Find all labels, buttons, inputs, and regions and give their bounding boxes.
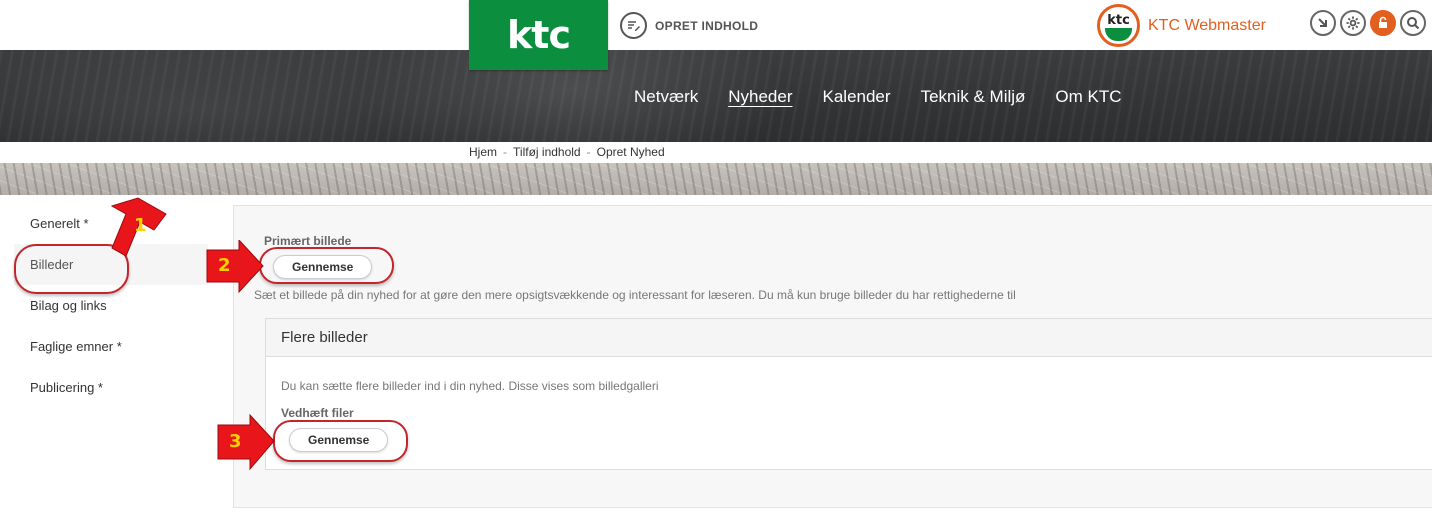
- nav-item-om-ktc[interactable]: Om KTC: [1055, 87, 1121, 107]
- main-nav: Netværk Nyheder Kalender Teknik & Miljø …: [634, 87, 1122, 107]
- breadcrumb-separator: -: [503, 145, 508, 159]
- attach-files-browse-button[interactable]: Gennemse: [289, 428, 389, 452]
- nav-item-teknik-miljo[interactable]: Teknik & Miljø: [921, 87, 1026, 107]
- primary-image-label: Primært billede: [264, 234, 352, 248]
- primary-image-help: Sæt et billede på din nyhed for at gøre …: [254, 288, 1016, 302]
- arrow-down-right-icon[interactable]: [1310, 10, 1336, 36]
- top-bar: OPRET INDHOLD ktc KTC Webmaster: [0, 0, 1432, 50]
- logo-text: ktc: [507, 13, 571, 57]
- ktc-logo[interactable]: ktc: [469, 0, 608, 70]
- user-menu[interactable]: ktc KTC Webmaster: [1097, 4, 1266, 47]
- breadcrumb-item-home[interactable]: Hjem: [469, 145, 497, 159]
- header-icons: [1310, 10, 1426, 36]
- edit-list-icon: [620, 12, 647, 39]
- annotation-number-3: 3: [229, 431, 242, 452]
- annotation-arrow-2: 2: [205, 240, 265, 296]
- avatar: ktc: [1097, 4, 1140, 47]
- images-panel: Primært billede Gennemse Sæt et billede …: [233, 205, 1432, 508]
- more-images-title: Flere billeder: [266, 319, 1432, 357]
- search-icon[interactable]: [1400, 10, 1426, 36]
- breadcrumb: Hjem - Tilføj indhold - Opret Nyhed: [469, 145, 665, 159]
- more-images-fieldset: Flere billeder Du kan sætte flere billed…: [265, 318, 1432, 470]
- gear-icon[interactable]: [1340, 10, 1366, 36]
- breadcrumb-item-add-content[interactable]: Tilføj indhold: [513, 145, 581, 159]
- decorative-wood-strip: [0, 163, 1432, 195]
- lock-icon[interactable]: [1370, 10, 1396, 36]
- sidebar-item-faglige-emner[interactable]: Faglige emner *: [14, 326, 208, 367]
- create-content-button[interactable]: OPRET INDHOLD: [620, 12, 758, 39]
- avatar-green-band: [1105, 28, 1132, 41]
- main-nav-band: Netværk Nyheder Kalender Teknik & Miljø …: [0, 50, 1432, 142]
- page: OPRET INDHOLD ktc KTC Webmaster ktc Netv…: [0, 0, 1432, 522]
- annotation-number-1: 1: [134, 215, 147, 236]
- nav-item-netvaerk[interactable]: Netværk: [634, 87, 698, 107]
- more-images-help: Du kan sætte flere billeder ind i din ny…: [281, 379, 659, 393]
- create-content-label: OPRET INDHOLD: [655, 18, 759, 33]
- annotation-arrow-3: 3: [216, 413, 276, 473]
- breadcrumb-item-current: Opret Nyhed: [596, 145, 665, 159]
- sidebar-item-publicering[interactable]: Publicering *: [14, 367, 208, 408]
- nav-item-kalender[interactable]: Kalender: [823, 87, 891, 107]
- annotation-arrow-1: 1: [104, 196, 174, 260]
- annotation-number-2: 2: [218, 255, 231, 276]
- nav-item-nyheder[interactable]: Nyheder: [728, 87, 792, 107]
- attach-files-label: Vedhæft filer: [281, 406, 354, 420]
- breadcrumb-separator: -: [586, 145, 591, 159]
- user-name: KTC Webmaster: [1148, 16, 1266, 34]
- avatar-text: ktc: [1107, 13, 1130, 28]
- sidebar-item-bilag-og-links[interactable]: Bilag og links: [14, 285, 208, 326]
- primary-image-browse-button[interactable]: Gennemse: [273, 255, 373, 279]
